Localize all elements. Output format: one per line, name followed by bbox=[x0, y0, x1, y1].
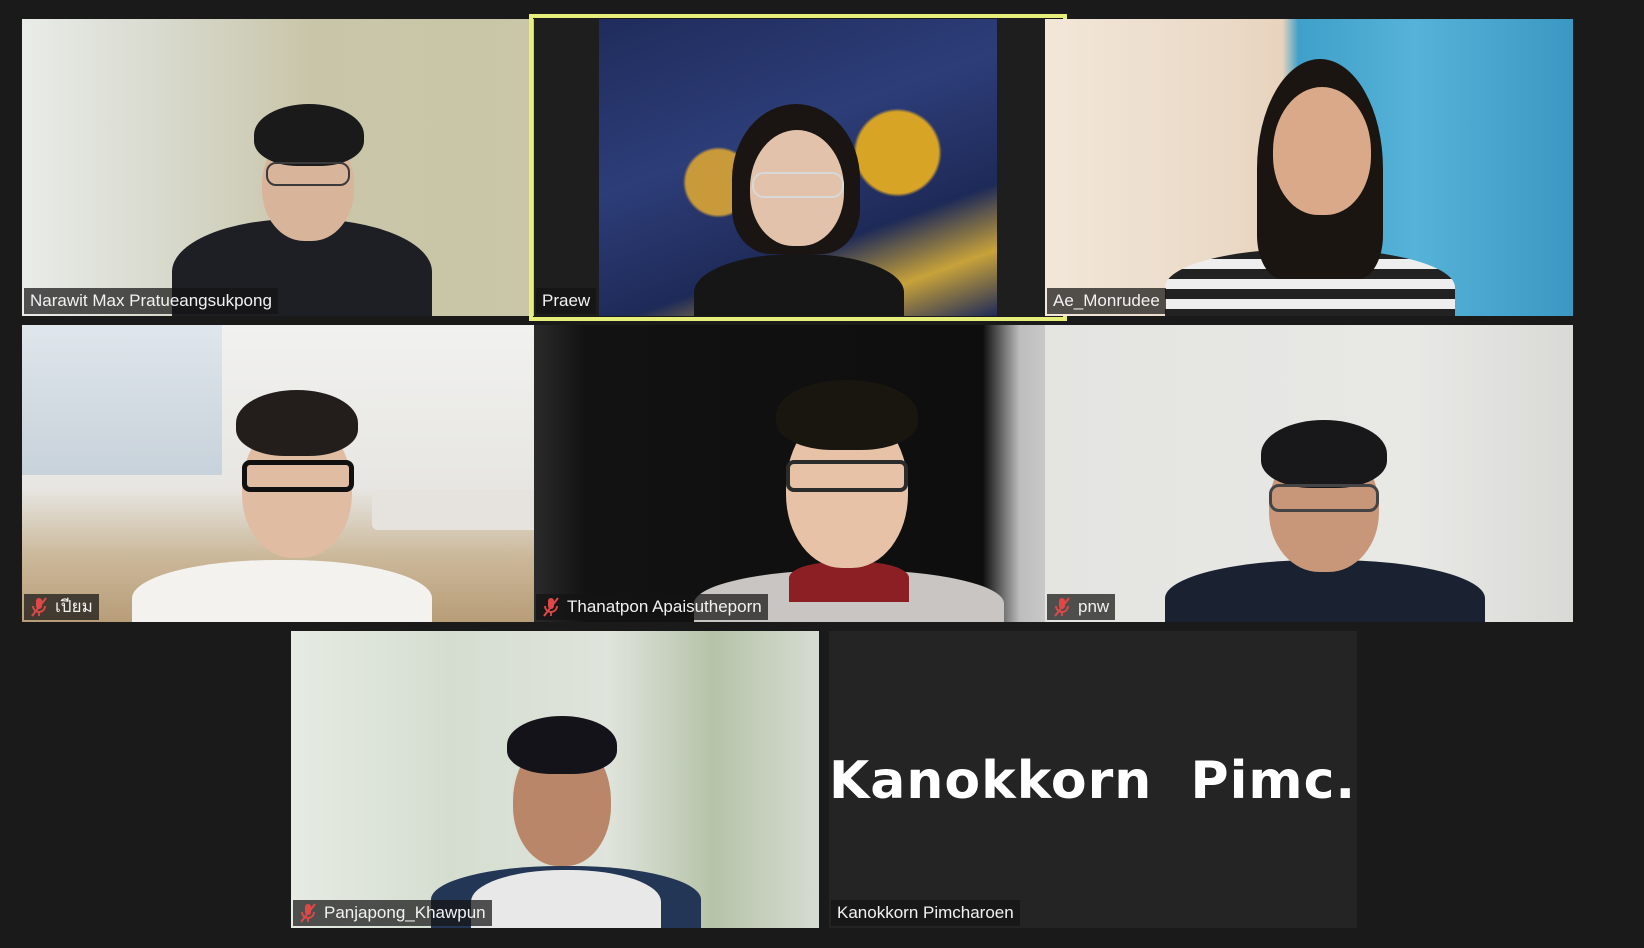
participant-name: Kanokkorn Pimcharoen bbox=[837, 903, 1014, 922]
participant-name-label: Praew bbox=[536, 288, 597, 314]
participant-name: เปียม bbox=[55, 597, 93, 616]
mic-muted-icon bbox=[300, 903, 316, 923]
participant-video-person bbox=[694, 380, 1004, 622]
mic-muted-icon bbox=[1054, 597, 1070, 617]
participant-video-person bbox=[674, 104, 924, 316]
participant-name: Praew bbox=[542, 291, 591, 310]
participant-video-person bbox=[1165, 59, 1455, 316]
video-tile-thanatpon[interactable]: Thanatpon Apaisutheporn bbox=[534, 325, 1062, 622]
mic-muted-icon bbox=[543, 597, 559, 617]
participant-name-label: Thanatpon Apaisutheporn bbox=[536, 594, 768, 620]
mic-muted-icon bbox=[31, 597, 47, 617]
video-tile-panjapong[interactable]: Panjapong_Khawpun bbox=[291, 631, 819, 928]
participant-name-label: Kanokkorn Pimcharoen bbox=[831, 900, 1020, 926]
video-tile-kanokkorn[interactable]: Kanokkorn Pimc... Kanokkorn Pimcharoen bbox=[829, 631, 1357, 928]
participant-name-label: Panjapong_Khawpun bbox=[293, 900, 492, 926]
video-tile-piam[interactable]: เปียม bbox=[22, 325, 550, 622]
participant-name-label: Narawit Max Pratueangsukpong bbox=[24, 288, 278, 314]
participant-name: pnw bbox=[1078, 597, 1110, 616]
participant-display-name: Kanokkorn Pimc... bbox=[829, 751, 1357, 811]
participant-name: Ae_Monrudee bbox=[1053, 291, 1160, 310]
video-tile-narawit[interactable]: Narawit Max Pratueangsukpong bbox=[22, 19, 550, 316]
participant-video-person bbox=[172, 104, 432, 316]
participant-video-person bbox=[132, 390, 432, 622]
participant-video-person bbox=[431, 716, 701, 928]
participant-video-person bbox=[1165, 420, 1485, 622]
participant-name-label: Ae_Monrudee bbox=[1047, 288, 1166, 314]
participant-name-label: เปียม bbox=[24, 594, 99, 620]
participant-name: Narawit Max Pratueangsukpong bbox=[30, 291, 272, 310]
participant-name: Thanatpon Apaisutheporn bbox=[567, 597, 762, 616]
participant-name-label: pnw bbox=[1047, 594, 1116, 620]
video-tile-ae-monrudee[interactable]: Ae_Monrudee bbox=[1045, 19, 1573, 316]
participant-name: Panjapong_Khawpun bbox=[324, 903, 486, 922]
video-tile-praew[interactable]: Praew bbox=[529, 14, 1067, 321]
video-tile-pnw[interactable]: pnw bbox=[1045, 325, 1573, 622]
